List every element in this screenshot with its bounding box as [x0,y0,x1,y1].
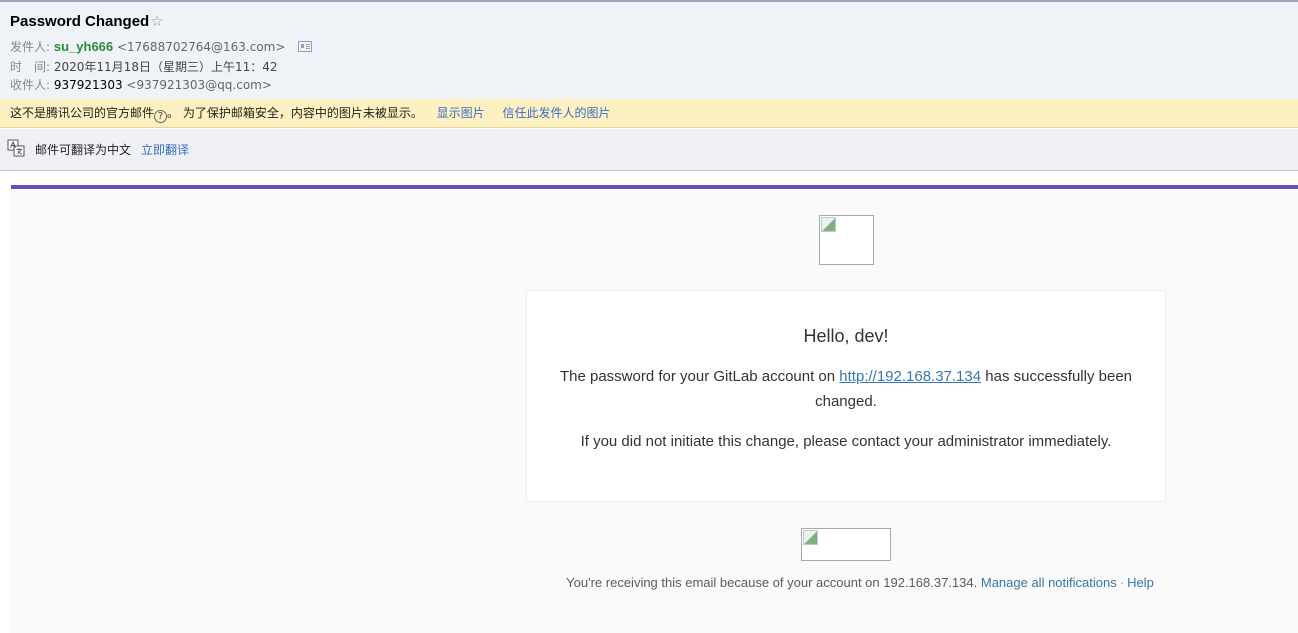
from-label: 发件人: [10,40,51,54]
footer-notice: You're receiving this email because of y… [566,575,978,590]
trust-sender-images-link[interactable]: 信任此发件人的图片 [503,106,611,120]
time-row: 时 间: 2020年11月18日（星期三）上午11：42 [10,59,278,75]
contact-admin-paragraph: If you did not initiate this change, ple… [580,433,1112,450]
greeting-heading: Hello, dev! [803,326,889,346]
subject-text: Password Changed [10,13,150,30]
recipient-address: <937921303@qq.com> [126,78,272,92]
sender-name[interactable]: su_yh666 [54,39,113,54]
show-images-link[interactable]: 显示图片 [437,106,485,120]
time-value: 2020年11月18日（星期三）上午11：42 [53,60,278,74]
to-label: 收件人: [10,78,51,92]
contact-card-icon[interactable] [298,41,313,52]
sender-address: <17688702764@163.com> [116,40,286,54]
manage-notifications-link[interactable]: Manage all notifications [981,575,1117,590]
email-content: Hello, dev! The password for your GitLab… [11,185,1298,633]
warning-text-end: 。 为了保护邮箱安全，内容中的图片未被显示。 [167,106,423,120]
recipient-name[interactable]: 937921303 [54,78,123,92]
help-link[interactable]: Help [1127,575,1154,590]
email-footer: You're receiving this email because of y… [526,575,1194,590]
gitlab-url-link[interactable]: http://192.168.37.134 [839,368,981,385]
warning-text-start: 这不是腾讯公司的官方邮件 [10,106,155,120]
translate-icon [7,139,25,157]
to-row: 收件人: 937921303 <937921303@qq.com> [10,77,272,93]
message-card: Hello, dev! The password for your GitLab… [526,290,1166,502]
security-warning-bar: 这不是腾讯公司的官方邮件?。 为了保护邮箱安全，内容中的图片未被显示。 显示图片… [0,99,1298,128]
gitlab-logo-broken-image [819,215,874,265]
footer-logo-broken-image [801,528,891,561]
translate-now-link[interactable]: 立即翻译 [141,141,189,158]
time-label: 时 间: [10,60,51,74]
password-changed-paragraph: The password for your GitLab account on … [557,364,1135,414]
footer-separator: · [1119,575,1125,590]
translate-text: 邮件可翻译为中文 [35,143,132,157]
mail-header: Password Changed☆ 发件人: su_yh666 <1768870… [0,2,1298,99]
from-row: 发件人: su_yh666 <17688702764@163.com> [10,39,313,55]
question-icon[interactable]: ? [154,110,168,123]
star-icon[interactable]: ☆ [150,13,163,30]
mail-subject: Password Changed☆ [10,12,164,30]
translate-bar: 邮件可翻译为中文 立即翻译 [0,129,1298,171]
paragraph-text-start: The password for your GitLab account on [559,368,840,385]
